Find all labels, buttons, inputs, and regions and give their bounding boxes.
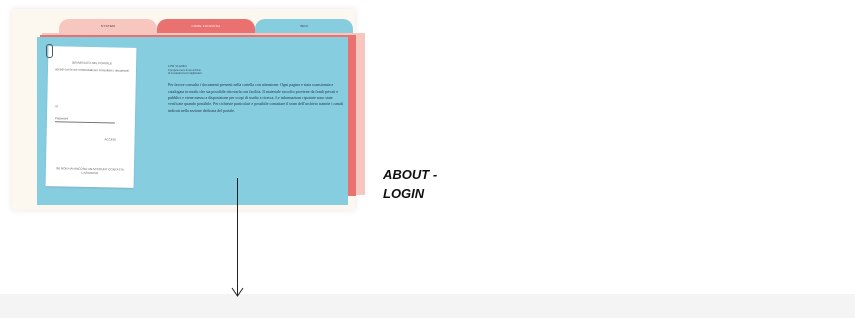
caption-line-1: ABOUT - xyxy=(383,167,438,182)
arrow-down-icon xyxy=(231,287,244,297)
login-footer: SE NON HAI ANCORA UN ACCOUNT CONTATTA L'… xyxy=(56,166,124,176)
id-field-label: id xyxy=(55,104,58,109)
flow-arrow-line xyxy=(237,178,238,296)
login-subtitle: accedi con le tue credenziali per consul… xyxy=(55,67,129,73)
login-heading: BENVENUTO NEL PORTALE xyxy=(72,60,113,66)
screen-caption: ABOUT - LOGIN xyxy=(383,165,437,203)
folder-panel: BENVENUTO NEL PORTALE accedi con le tue … xyxy=(37,37,348,205)
login-button[interactable]: ACCEDI xyxy=(104,137,115,141)
about-meta-2: di documenti storici digitalizzati xyxy=(168,72,202,76)
about-text: CHI SIAMO Il progetto nasce da un archiv… xyxy=(168,64,346,114)
paperclip-icon xyxy=(46,44,53,58)
about-body: Per favore consulta i documenti presenti… xyxy=(168,82,343,113)
password-underline xyxy=(54,121,115,124)
password-field[interactable]: Password xyxy=(55,116,68,120)
about-heading: CHI SIAMO xyxy=(168,64,187,68)
login-card: BENVENUTO NEL PORTALE accedi con le tue … xyxy=(45,46,137,188)
bottom-band xyxy=(0,294,855,318)
caption-line-2: LOGIN xyxy=(383,186,425,201)
